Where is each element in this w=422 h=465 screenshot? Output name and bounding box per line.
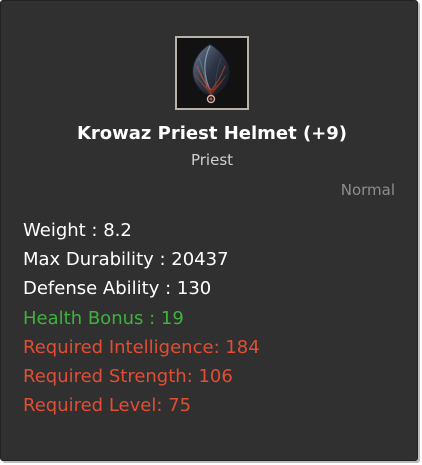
item-grade: Normal — [340, 181, 395, 199]
item-tooltip: Krowaz Priest Helmet (+9) Priest Normal … — [0, 0, 418, 461]
stat-max-durability: Max Durability : 20437 — [23, 249, 229, 271]
stat-defense-ability: Defense Ability : 130 — [23, 278, 212, 300]
stat-required-level: Required Level: 75 — [23, 395, 192, 417]
stat-health-bonus: Health Bonus : 19 — [23, 307, 184, 329]
stat-required-intelligence: Required Intelligence: 184 — [23, 336, 260, 358]
stat-required-strength: Required Strength: 106 — [23, 365, 233, 387]
item-icon-frame — [175, 36, 249, 110]
item-stats: Weight : 8.2 Max Durability : 20437 Defe… — [23, 219, 260, 423]
item-name: Krowaz Priest Helmet (+9) — [76, 123, 348, 144]
item-class: Priest — [190, 151, 234, 169]
helmet-icon — [177, 38, 247, 108]
stat-weight: Weight : 8.2 — [23, 220, 132, 241]
